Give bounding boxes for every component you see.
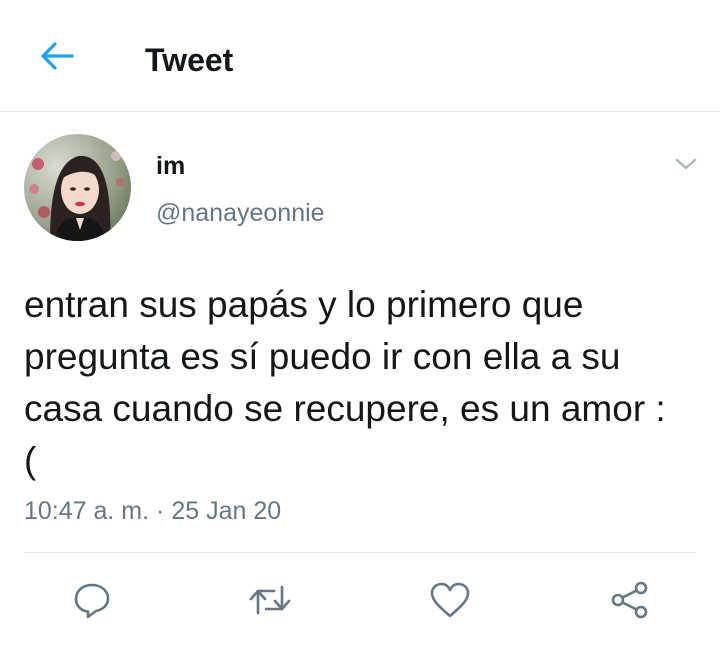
tweet-timestamp: 10:47 a. m. · 25 Jan 20 bbox=[24, 495, 281, 527]
reply-icon bbox=[74, 583, 110, 619]
divider bbox=[24, 552, 696, 553]
retweet-button[interactable] bbox=[248, 578, 292, 622]
share-icon bbox=[611, 581, 648, 619]
arrow-left-icon bbox=[41, 42, 74, 70]
page-title: Tweet bbox=[145, 42, 234, 78]
tweet-options-button[interactable] bbox=[670, 150, 702, 178]
author-handle[interactable]: @nanayeonnie bbox=[156, 197, 325, 229]
back-button[interactable] bbox=[34, 36, 78, 76]
tweet-time[interactable]: 10:47 a. m. bbox=[24, 497, 149, 525]
meta-separator: · bbox=[156, 497, 165, 525]
tweet-date[interactable]: 25 Jan 20 bbox=[171, 497, 281, 525]
like-button[interactable] bbox=[428, 578, 472, 622]
tweet-text: entran sus papás y lo primero que pregun… bbox=[24, 284, 666, 481]
avatar[interactable] bbox=[24, 134, 131, 241]
chevron-down-icon bbox=[675, 158, 697, 170]
author-display-name[interactable]: im bbox=[156, 151, 185, 181]
share-button[interactable] bbox=[608, 578, 652, 622]
top-app-bar: Tweet bbox=[0, 0, 720, 112]
profile-photo bbox=[24, 134, 131, 241]
retweet-icon bbox=[249, 585, 291, 615]
like-icon bbox=[430, 582, 470, 618]
reply-button[interactable] bbox=[70, 578, 114, 622]
